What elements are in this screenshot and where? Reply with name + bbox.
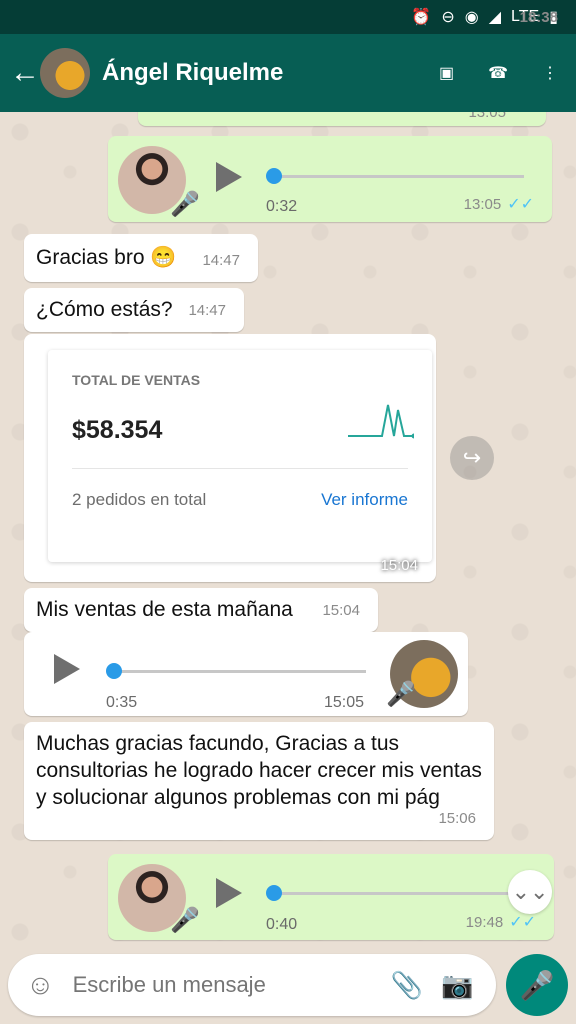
voice-knob[interactable] <box>106 663 122 679</box>
view-report-link[interactable]: Ver informe <box>321 490 408 510</box>
voice-record-button[interactable]: 🎤 <box>506 954 568 1016</box>
message-composer: ☺ 📎 📷 <box>8 954 496 1016</box>
arrow-left-icon[interactable]: ← <box>0 56 40 90</box>
message-text: ¿Cómo estás? <box>36 298 173 321</box>
chat-app-bar: ← Ángel Riquelme ▣ ☎ ⋮ <box>0 34 576 112</box>
outgoing-voice-message-2[interactable]: 🎤 0:40 19:48 ✓✓ <box>108 854 554 940</box>
message-input[interactable] <box>72 972 373 998</box>
card-divider <box>72 468 408 469</box>
status-time: 18:38 <box>519 9 558 26</box>
mic-icon: 🎤 <box>170 907 200 934</box>
forward-icon[interactable]: ↪ <box>450 436 494 480</box>
incoming-message-2: ¿Cómo estás? 14:47 <box>24 288 244 332</box>
video-call-icon[interactable]: ▣ <box>439 63 454 83</box>
camera-icon[interactable]: 📷 <box>441 970 473 1001</box>
message-time: 15:04 <box>322 602 360 619</box>
incoming-message-4: Muchas gracias facundo, Gracias a tus co… <box>24 722 494 840</box>
voice-duration: 0:35 <box>106 694 138 711</box>
voice-duration: 0:40 <box>266 916 298 933</box>
voice-track[interactable] <box>114 670 366 673</box>
more-vert-icon[interactable]: ⋮ <box>542 63 558 83</box>
play-icon[interactable] <box>54 654 80 684</box>
header-actions: ▣ ☎ ⋮ <box>439 63 576 83</box>
message-time: 19:48 ✓✓ <box>465 914 536 931</box>
play-icon[interactable] <box>216 162 242 192</box>
message-time: 14:47 <box>188 302 226 319</box>
signal-icon: ◢ <box>488 9 502 26</box>
phone-icon[interactable]: ☎ <box>488 63 508 83</box>
message-time: 15:05 <box>324 694 365 711</box>
play-icon[interactable] <box>216 878 242 908</box>
alarm-icon: ⏰ <box>411 9 432 26</box>
dnd-icon: ⊖ <box>441 9 455 26</box>
voice-knob[interactable] <box>266 168 282 184</box>
message-time: 13:05 <box>468 112 506 121</box>
voice-track[interactable] <box>274 175 524 178</box>
message-time: 15:04 <box>380 557 418 574</box>
voice-track[interactable] <box>274 892 526 895</box>
read-check-icon: ✓✓ <box>509 914 536 931</box>
message-time: 13:05 ✓✓ <box>463 196 534 213</box>
status-bar: 18:38 ⏰ ⊖ ◉ ◢ LTE ▮ <box>0 0 576 34</box>
read-check-icon: ✓✓ <box>507 196 534 213</box>
incoming-voice-message[interactable]: 0:35 15:05 🎤 <box>24 632 468 716</box>
contact-avatar[interactable] <box>40 48 90 98</box>
sales-sparkline <box>348 404 414 439</box>
incoming-image-message[interactable]: TOTAL DE VENTAS $58.354 2 pedidos en tot… <box>24 334 436 582</box>
scroll-down-icon[interactable]: ⌄⌄ <box>508 870 552 914</box>
attach-icon[interactable]: 📎 <box>391 970 423 1001</box>
sales-title: TOTAL DE VENTAS <box>72 372 201 388</box>
hotspot-icon: ◉ <box>464 9 479 26</box>
message-time: 14:47 <box>202 252 240 269</box>
emoji-icon[interactable]: ☺ <box>26 969 55 1001</box>
sales-amount: $58.354 <box>72 416 163 444</box>
mic-icon: 🎤 <box>386 681 416 708</box>
message-text: Gracias bro 😁 <box>36 246 177 269</box>
contact-name[interactable]: Ángel Riquelme <box>102 59 283 87</box>
orders-text: 2 pedidos en total <box>72 490 207 509</box>
message-time: 15:06 <box>438 810 476 827</box>
voice-duration: 0:32 <box>266 198 298 215</box>
mic-icon: 🎤 <box>170 191 200 218</box>
outgoing-voice-message-1[interactable]: 🎤 0:32 13:05 ✓✓ <box>108 136 552 222</box>
incoming-message-3: Mis ventas de esta mañana 15:04 <box>24 588 378 632</box>
chat-thread: 13:05 🎤 0:32 13:05 ✓✓ Gracias bro 😁 14:47… <box>0 112 576 944</box>
voice-knob[interactable] <box>266 885 282 901</box>
partial-outgoing-message: 13:05 <box>138 112 546 126</box>
message-text: Mis ventas de esta mañana <box>36 598 293 621</box>
sales-card: TOTAL DE VENTAS $58.354 2 pedidos en tot… <box>48 350 432 562</box>
message-text: Muchas gracias facundo, Gracias a tus co… <box>36 732 482 809</box>
incoming-message-1: Gracias bro 😁 14:47 <box>24 234 258 282</box>
